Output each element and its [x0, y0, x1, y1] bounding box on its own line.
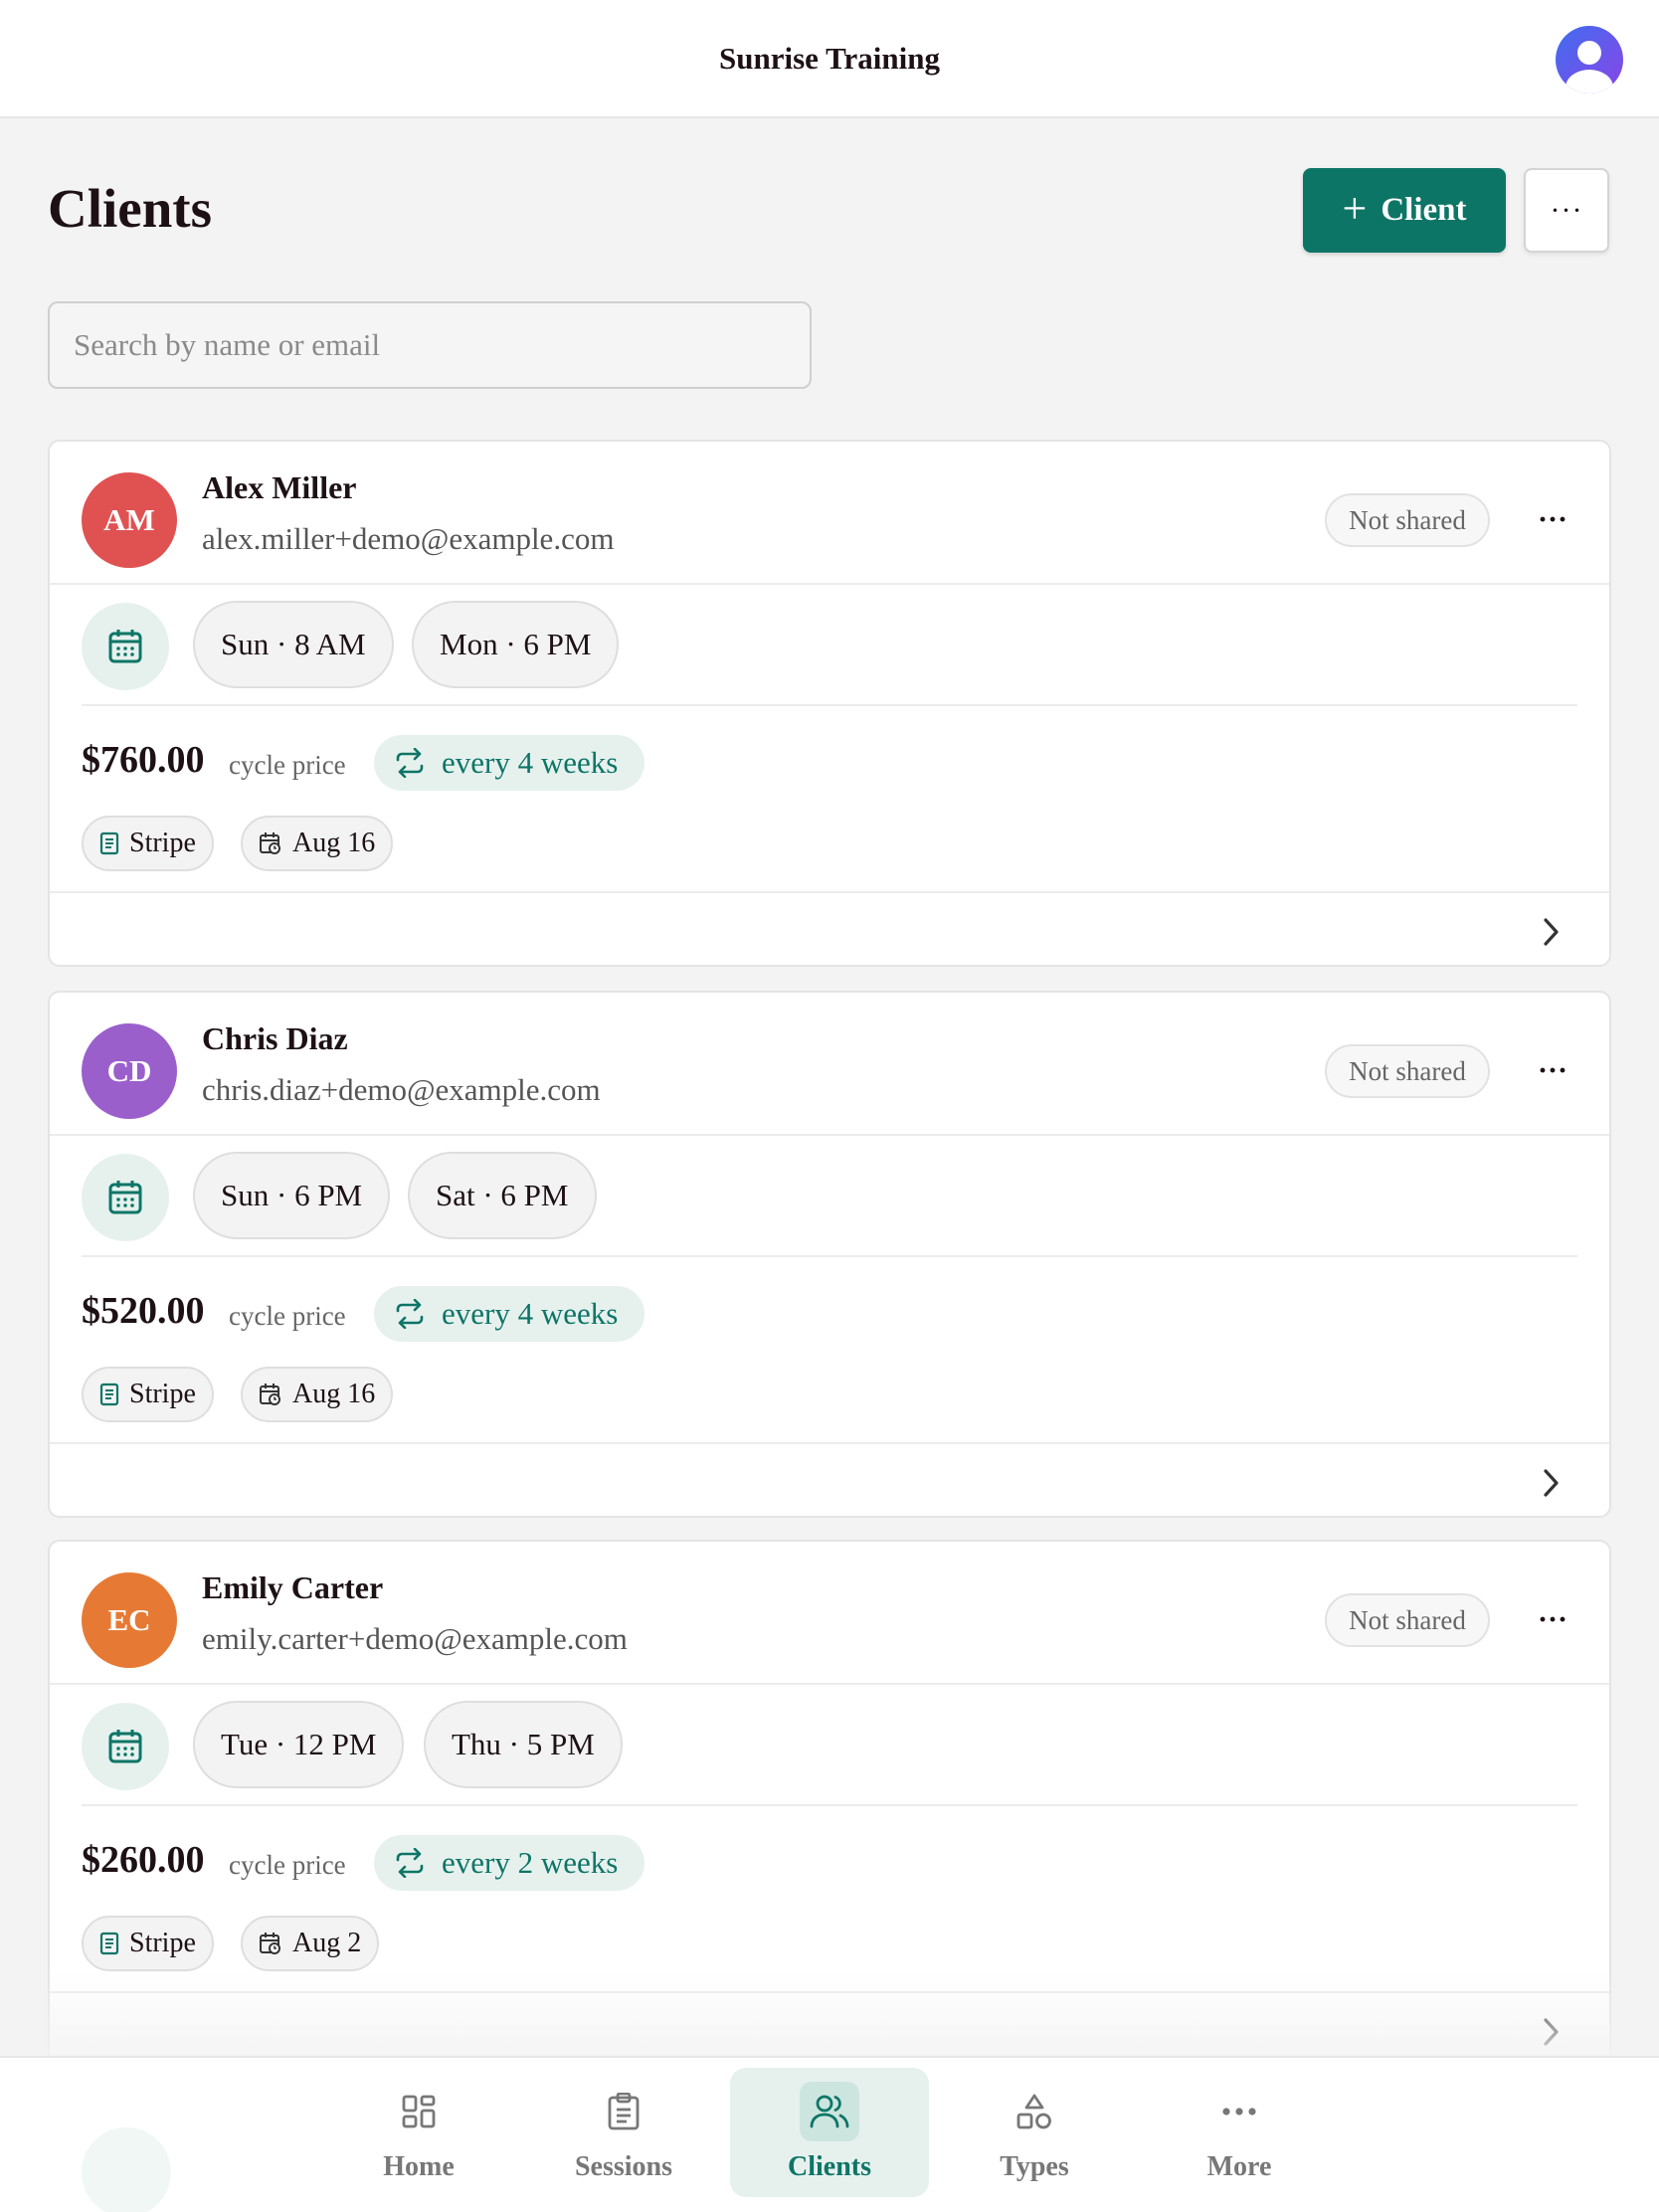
ellipsis-icon [1209, 2082, 1269, 2141]
client-avatar: CD [82, 1023, 177, 1119]
payment-tag: Stripe [82, 816, 214, 871]
frequency-label: every 4 weeks [442, 1296, 619, 1331]
card-more-button[interactable]: ··· [1526, 1593, 1579, 1647]
schedule-slot[interactable]: Sun · 6 PM [193, 1152, 391, 1239]
date-label: Aug 2 [292, 1928, 362, 1958]
calendar-clock-icon [260, 1933, 280, 1954]
card-more-button[interactable]: ··· [1526, 493, 1579, 547]
schedule-slot[interactable]: Tue · 12 PM [193, 1701, 405, 1788]
clipboard-icon [594, 2082, 653, 2141]
add-client-button[interactable]: + Client [1303, 168, 1506, 253]
bottom-nav: Home Sessions Clients Types More [0, 2056, 1659, 2212]
grid-icon [389, 2082, 449, 2141]
client-name: Alex Miller [202, 469, 357, 505]
repeat-icon [396, 1848, 424, 1878]
more-options-button[interactable]: ··· [1524, 168, 1609, 253]
price-label: cycle price [229, 750, 346, 780]
nav-item-types[interactable]: Types [935, 2068, 1134, 2197]
date-tag: Aug 16 [241, 1367, 394, 1422]
nav-label: Sessions [574, 2151, 673, 2182]
cycle-price: $520.00 [82, 1290, 205, 1332]
calendar-icon [82, 603, 169, 690]
card-more-button[interactable]: ··· [1526, 1044, 1579, 1098]
frequency-badge: every 2 weeks [374, 1835, 645, 1891]
client-card[interactable]: AM Alex Miller alex.miller+demo@example.… [48, 440, 1611, 967]
client-email: emily.carter+demo@example.com [202, 1621, 628, 1656]
user-avatar-icon[interactable] [1556, 26, 1623, 93]
client-name: Emily Carter [202, 1569, 384, 1605]
chevron-right-icon [1544, 918, 1559, 946]
schedule-slot[interactable]: Sun · 8 AM [193, 601, 394, 688]
nav-label: More [1206, 2151, 1272, 2182]
payment-tag: Stripe [82, 1916, 214, 1971]
add-client-label: Client [1381, 192, 1467, 228]
ellipsis-icon: ··· [1550, 193, 1583, 227]
nav-label: Types [1000, 2151, 1069, 2182]
calendar-icon [82, 1703, 169, 1790]
client-avatar: EC [82, 1572, 177, 1668]
card-footer[interactable] [50, 1442, 1609, 1516]
price-label: cycle price [229, 1850, 346, 1880]
calendar-clock-icon [260, 832, 280, 854]
nav-item-more[interactable]: More [1140, 2068, 1339, 2197]
card-footer[interactable] [50, 891, 1609, 965]
app-title: Sunrise Training [719, 40, 940, 76]
calendar-icon [82, 1154, 169, 1241]
floating-action-ghost [82, 2127, 171, 2212]
receipt-icon [99, 1932, 119, 1955]
calendar-clock-icon [260, 1383, 280, 1405]
schedule-slot[interactable]: Sat · 6 PM [408, 1152, 597, 1239]
top-bar: Sunrise Training [0, 0, 1659, 118]
repeat-icon [396, 748, 424, 778]
page-title: Clients [48, 178, 212, 239]
client-email: chris.diaz+demo@example.com [202, 1072, 601, 1107]
nav-item-clients[interactable]: Clients [730, 2068, 929, 2197]
frequency-badge: every 4 weeks [374, 1286, 645, 1342]
price-label: cycle price [229, 1301, 346, 1331]
nav-item-home[interactable]: Home [319, 2068, 518, 2197]
repeat-icon [396, 1299, 424, 1329]
client-card[interactable]: EC Emily Carter emily.carter+demo@exampl… [48, 1540, 1611, 2067]
client-email: alex.miller+demo@example.com [202, 521, 615, 556]
plus-icon: + [1342, 183, 1368, 233]
date-tag: Aug 2 [241, 1916, 380, 1971]
nav-label: Clients [788, 2151, 871, 2182]
date-tag: Aug 16 [241, 816, 394, 871]
chevron-right-icon [1544, 2018, 1559, 2046]
receipt-icon [99, 1382, 119, 1406]
client-avatar: AM [82, 472, 177, 568]
cycle-price: $760.00 [82, 739, 205, 781]
search-input[interactable] [48, 301, 812, 389]
schedule-slot[interactable]: Mon · 6 PM [412, 601, 620, 688]
payment-label: Stripe [129, 1928, 196, 1958]
nav-label: Home [383, 2151, 455, 2182]
frequency-label: every 4 weeks [442, 745, 619, 780]
payment-label: Stripe [129, 828, 196, 858]
receipt-icon [99, 831, 119, 855]
shapes-icon [1005, 2082, 1064, 2141]
frequency-label: every 2 weeks [442, 1845, 619, 1880]
client-card[interactable]: CD Chris Diaz chris.diaz+demo@example.co… [48, 991, 1611, 1518]
share-status-badge: Not shared [1325, 493, 1490, 547]
payment-tag: Stripe [82, 1367, 214, 1422]
share-status-badge: Not shared [1325, 1044, 1490, 1098]
cycle-price: $260.00 [82, 1839, 205, 1881]
date-label: Aug 16 [292, 1379, 376, 1409]
chevron-right-icon [1544, 1469, 1559, 1497]
date-label: Aug 16 [292, 828, 376, 858]
frequency-badge: every 4 weeks [374, 735, 645, 791]
nav-item-sessions[interactable]: Sessions [524, 2068, 723, 2197]
client-name: Chris Diaz [202, 1020, 348, 1056]
schedule-slot[interactable]: Thu · 5 PM [424, 1701, 623, 1788]
share-status-badge: Not shared [1325, 1593, 1490, 1647]
payment-label: Stripe [129, 1379, 196, 1409]
users-icon [800, 2082, 859, 2141]
